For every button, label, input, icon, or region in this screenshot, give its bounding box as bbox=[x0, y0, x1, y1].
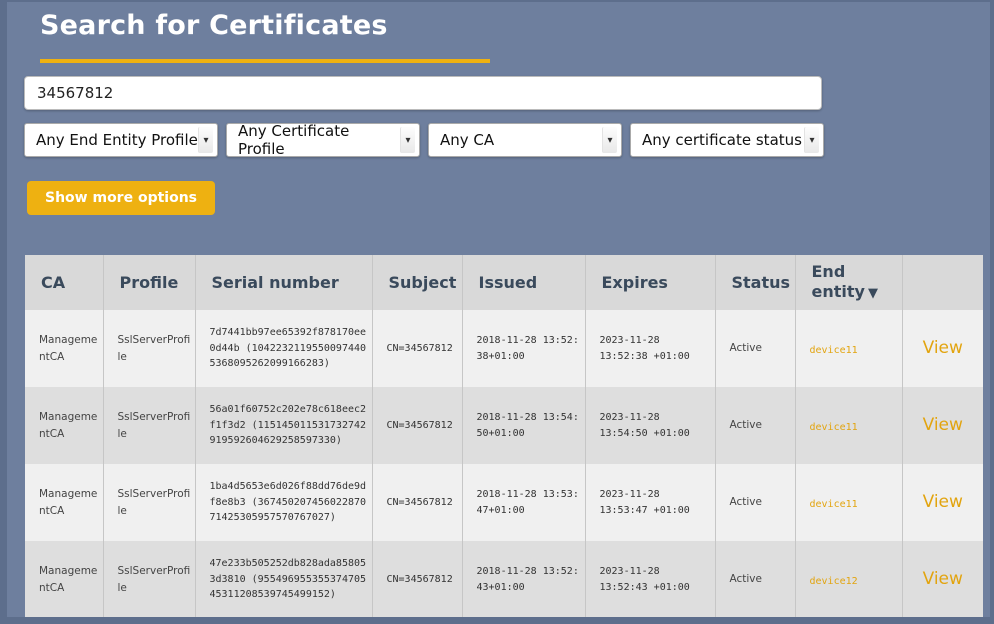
column-header-label: Subject bbox=[389, 273, 457, 292]
column-header-label: Profile bbox=[120, 273, 179, 292]
column-header-label: End entity bbox=[812, 262, 865, 301]
certificate-results-table: CA Profile Serial number Subject Issued Expir… bbox=[25, 255, 983, 617]
view-link-cell: View bbox=[902, 310, 983, 387]
subject-cell: CN=34567812 bbox=[372, 464, 462, 541]
column-header-label: Issued bbox=[479, 273, 538, 292]
column-header-profile[interactable]: Profile bbox=[103, 255, 195, 310]
table-row: ManagementCASslServerProfile56a01f60752c… bbox=[25, 387, 983, 464]
profile-cell: SslServerProfile bbox=[103, 541, 195, 617]
subject-cell: CN=34567812 bbox=[372, 541, 462, 617]
view-link[interactable]: View bbox=[923, 415, 963, 435]
chevron-down-icon: ▾ bbox=[602, 127, 617, 153]
table-row: ManagementCASslServerProfile1ba4d5653e6d… bbox=[25, 464, 983, 541]
table-body: ManagementCASslServerProfile7d7441bb97ee… bbox=[25, 310, 983, 617]
column-header-issued[interactable]: Issued bbox=[462, 255, 585, 310]
end-entity-link-cell: device12 bbox=[795, 541, 902, 617]
end-entity-link[interactable]: device12 bbox=[810, 576, 858, 587]
filter-row: Any End Entity Profile▾Any Certificate P… bbox=[24, 123, 824, 157]
selected-option-label: Any Certificate Profile bbox=[238, 122, 400, 158]
table-header-row: CA Profile Serial number Subject Issued Expir… bbox=[25, 255, 983, 310]
end-entity-link-cell: device11 bbox=[795, 387, 902, 464]
end-entity-link-cell: device11 bbox=[795, 464, 902, 541]
view-link-cell: View bbox=[902, 464, 983, 541]
column-header-label: CA bbox=[41, 273, 65, 292]
issued-cell: 2018-11-28 13:52:38+01:00 bbox=[462, 310, 585, 387]
column-header-ca[interactable]: CA bbox=[25, 255, 103, 310]
profile-cell: SslServerProfile bbox=[103, 387, 195, 464]
end-entity-profile-select[interactable]: Any End Entity Profile▾ bbox=[24, 123, 218, 157]
search-certificates-page: Search for Certificates Any End Entity P… bbox=[7, 2, 990, 617]
view-link[interactable]: View bbox=[923, 338, 963, 358]
column-header-serial-number[interactable]: Serial number bbox=[195, 255, 372, 310]
chevron-down-icon: ▾ bbox=[198, 127, 213, 153]
profile-cell: SslServerProfile bbox=[103, 310, 195, 387]
serial-cell: 1ba4d5653e6d026f88dd76de9df8e8b3 (367450… bbox=[195, 464, 372, 541]
ca-cell: ManagementCA bbox=[25, 387, 103, 464]
table-row: ManagementCASslServerProfile47e233b50525… bbox=[25, 541, 983, 617]
certificate-status-select[interactable]: Any certificate status▾ bbox=[630, 123, 824, 157]
issued-cell: 2018-11-28 13:54:50+01:00 bbox=[462, 387, 585, 464]
column-header-status[interactable]: Status bbox=[715, 255, 795, 310]
status-cell: Active bbox=[715, 387, 795, 464]
selected-option-label: Any End Entity Profile bbox=[36, 131, 198, 149]
view-link[interactable]: View bbox=[923, 492, 963, 512]
page-title: Search for Certificates bbox=[40, 10, 388, 41]
sort-desc-icon: ▼ bbox=[868, 286, 878, 301]
serial-cell: 7d7441bb97ee65392f878170ee0d44b (1042232… bbox=[195, 310, 372, 387]
end-entity-link[interactable]: device11 bbox=[810, 499, 858, 510]
view-link-cell: View bbox=[902, 541, 983, 617]
certificate-profile-select[interactable]: Any Certificate Profile▾ bbox=[226, 123, 420, 157]
chevron-down-icon: ▾ bbox=[400, 127, 415, 153]
column-header-subject[interactable]: Subject bbox=[372, 255, 462, 310]
column-header-actions[interactable] bbox=[902, 255, 983, 310]
ca-cell: ManagementCA bbox=[25, 464, 103, 541]
expires-cell: 2023-11-28 13:53:47 +01:00 bbox=[585, 464, 715, 541]
ca-cell: ManagementCA bbox=[25, 541, 103, 617]
issued-cell: 2018-11-28 13:52:43+01:00 bbox=[462, 541, 585, 617]
profile-cell: SslServerProfile bbox=[103, 464, 195, 541]
ca-cell: ManagementCA bbox=[25, 310, 103, 387]
subject-cell: CN=34567812 bbox=[372, 387, 462, 464]
expires-cell: 2023-11-28 13:52:38 +01:00 bbox=[585, 310, 715, 387]
column-header-label: Serial number bbox=[212, 273, 339, 292]
view-link-cell: View bbox=[902, 387, 983, 464]
expires-cell: 2023-11-28 13:52:43 +01:00 bbox=[585, 541, 715, 617]
end-entity-link-cell: device11 bbox=[795, 310, 902, 387]
selected-option-label: Any CA bbox=[440, 131, 494, 149]
ca-select[interactable]: Any CA ▾ bbox=[428, 123, 622, 157]
column-header-label: Status bbox=[732, 273, 791, 292]
status-cell: Active bbox=[715, 310, 795, 387]
end-entity-link[interactable]: device11 bbox=[810, 345, 858, 356]
serial-cell: 56a01f60752c202e78c618eec2f1f3d2 (115145… bbox=[195, 387, 372, 464]
table-row: ManagementCASslServerProfile7d7441bb97ee… bbox=[25, 310, 983, 387]
status-cell: Active bbox=[715, 464, 795, 541]
column-header-expires[interactable]: Expires bbox=[585, 255, 715, 310]
status-cell: Active bbox=[715, 541, 795, 617]
end-entity-link[interactable]: device11 bbox=[810, 422, 858, 433]
column-header-end-entity[interactable]: End entity▼ bbox=[795, 255, 902, 310]
view-link[interactable]: View bbox=[923, 569, 963, 589]
serial-cell: 47e233b505252db828ada858053d3810 (955496… bbox=[195, 541, 372, 617]
issued-cell: 2018-11-28 13:53:47+01:00 bbox=[462, 464, 585, 541]
expires-cell: 2023-11-28 13:54:50 +01:00 bbox=[585, 387, 715, 464]
selected-option-label: Any certificate status bbox=[642, 131, 802, 149]
search-input[interactable] bbox=[24, 76, 822, 110]
subject-cell: CN=34567812 bbox=[372, 310, 462, 387]
title-underline bbox=[40, 59, 490, 63]
show-more-options-button[interactable]: Show more options bbox=[27, 181, 215, 215]
chevron-down-icon: ▾ bbox=[804, 127, 819, 153]
column-header-label: Expires bbox=[602, 273, 668, 292]
